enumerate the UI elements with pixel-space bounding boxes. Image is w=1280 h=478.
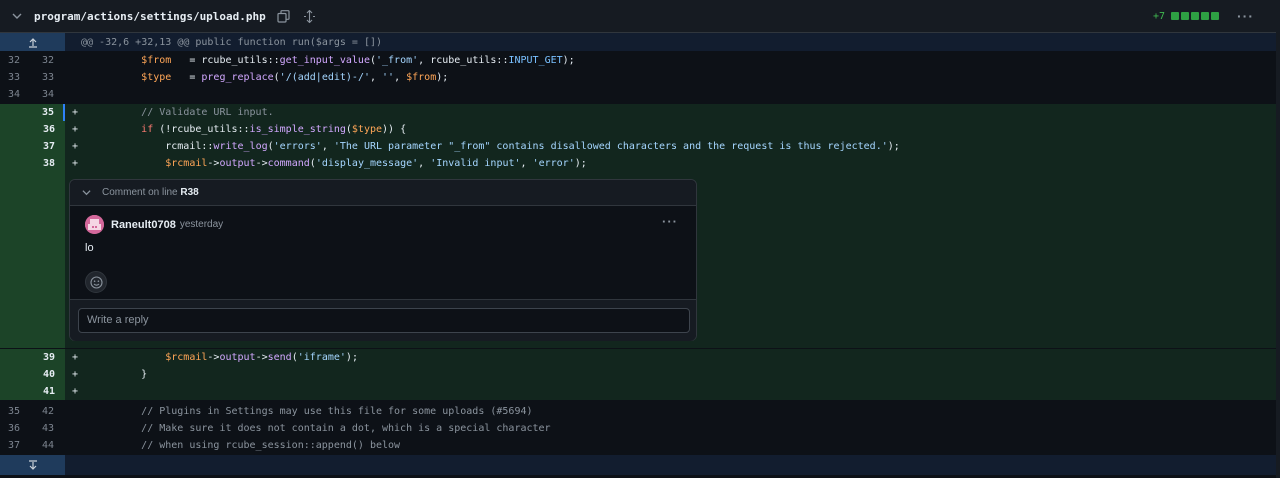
addition-marker: + — [72, 386, 79, 397]
code-line: $rcmail->output->command('display_messag… — [165, 158, 587, 169]
new-line-number[interactable]: 42 — [33, 403, 65, 420]
comment-author[interactable]: Raneult0708 — [111, 219, 176, 231]
old-line-number[interactable]: 34 — [0, 86, 33, 103]
comment-thread-title: Comment on line R38 — [102, 187, 199, 198]
diff-line-added: 35 + // Validate URL input. — [0, 104, 1276, 121]
code-line: // when using rcube_session::append() be… — [141, 440, 401, 451]
chevron-down-icon[interactable] — [82, 188, 92, 197]
new-line-number[interactable]: 43 — [33, 420, 65, 437]
comment-author-row: Raneult0708 yesterday — [85, 215, 223, 234]
new-line-number[interactable]: 37 — [33, 138, 65, 155]
old-line-number[interactable] — [0, 121, 33, 138]
new-line-number[interactable]: 34 — [33, 86, 65, 103]
old-line-number[interactable] — [0, 349, 33, 366]
addition-marker: + — [72, 352, 79, 363]
diff-line: 33 33 $type = preg_replace('/(add|edit)-… — [0, 69, 1276, 86]
new-line-number[interactable]: 32 — [33, 52, 65, 69]
old-line-number[interactable] — [0, 138, 33, 155]
reply-input[interactable]: Write a reply — [78, 308, 690, 333]
code-line: if (!rcube_utils::is_simple_string($type… — [141, 124, 407, 135]
unfold-icon[interactable] — [302, 8, 318, 24]
chevron-down-icon[interactable] — [11, 10, 23, 22]
diff-line-added: 40 + } — [0, 366, 1276, 383]
hunk-header: @@ -32,6 +32,13 @@ public function run($… — [0, 33, 1276, 51]
kebab-icon[interactable]: ··· — [1237, 8, 1254, 24]
diff-line-added: 37 + rcmail::write_log('errors', 'The UR… — [0, 138, 1276, 155]
new-line-number[interactable]: 41 — [33, 383, 65, 400]
code-line: $rcmail->output->send('iframe'); — [165, 352, 358, 363]
hunk-header-text: @@ -32,6 +32,13 @@ public function run($… — [81, 36, 383, 48]
new-line-number[interactable]: 35 — [33, 104, 65, 121]
diff-line-added: 36 + if (!rcube_utils::is_simple_string(… — [0, 121, 1276, 138]
addition-marker: + — [72, 369, 79, 380]
hunk-expander-bottom — [0, 455, 1276, 475]
comment-thread: Comment on line R38 Raneult0708 yesterda… — [69, 179, 697, 341]
old-line-number[interactable] — [0, 383, 33, 400]
addition-marker: + — [72, 124, 79, 135]
copy-icon[interactable] — [276, 8, 292, 24]
code-line: // Validate URL input. — [141, 107, 274, 118]
reply-area: Write a reply — [70, 299, 696, 341]
diff-line-added: 38 + $rcmail->output->command('display_m… — [0, 155, 1276, 172]
code-line: // Make sure it does not contain a dot, … — [141, 423, 551, 434]
addition-marker: + — [72, 141, 79, 152]
new-line-number[interactable]: 44 — [33, 437, 65, 454]
diff-line: 32 32 $from = rcube_utils::get_input_val… — [0, 52, 1276, 69]
smiley-icon[interactable] — [85, 271, 107, 293]
diff-line-added: 41 + — [0, 383, 1276, 400]
comment-timestamp[interactable]: yesterday — [180, 219, 223, 230]
expand-down-icon[interactable] — [0, 455, 65, 475]
addition-marker: + — [72, 107, 79, 118]
kebab-icon[interactable]: ··· — [662, 214, 678, 229]
old-line-number[interactable]: 36 — [0, 420, 33, 437]
addition-marker: + — [72, 158, 79, 169]
old-line-number[interactable]: 35 — [0, 403, 33, 420]
code-line: // Plugins in Settings may use this file… — [141, 406, 533, 417]
comment-body: lo — [85, 242, 94, 254]
old-line-number[interactable] — [0, 104, 33, 121]
diffstat-blocks — [1171, 12, 1221, 20]
diff-line-added: 39 + $rcmail->output->send('iframe'); — [0, 349, 1276, 366]
old-line-number[interactable] — [0, 155, 33, 172]
old-line-number[interactable]: 32 — [0, 52, 33, 69]
new-line-number[interactable]: 38 — [33, 155, 65, 172]
file-header: program/actions/settings/upload.php +7 ·… — [0, 0, 1276, 33]
old-line-number[interactable] — [0, 366, 33, 383]
file-path[interactable]: program/actions/settings/upload.php — [34, 10, 266, 23]
code-line: $type = preg_replace('/(add|edit)-/', ''… — [141, 72, 449, 83]
comment-thread-header[interactable]: Comment on line R38 — [70, 180, 696, 206]
new-line-number[interactable]: 36 — [33, 121, 65, 138]
code-line: $from = rcube_utils::get_input_value('_f… — [141, 55, 575, 66]
new-line-number[interactable]: 39 — [33, 349, 65, 366]
diff-line: 35 42 // Plugins in Settings may use thi… — [0, 403, 1276, 420]
expand-up-icon[interactable] — [0, 33, 65, 51]
scrollbar[interactable] — [1276, 0, 1280, 478]
code-line: } — [141, 369, 148, 380]
avatar[interactable] — [85, 215, 104, 234]
new-line-number[interactable]: 40 — [33, 366, 65, 383]
code-line: rcmail::write_log('errors', 'The URL par… — [165, 141, 900, 152]
new-line-number[interactable]: 33 — [33, 69, 65, 86]
diff-line: 34 34 — [0, 86, 1276, 103]
diff-line: 37 44 // when using rcube_session::appen… — [0, 437, 1276, 454]
old-line-number[interactable]: 33 — [0, 69, 33, 86]
diff-line: 36 43 // Make sure it does not contain a… — [0, 420, 1276, 437]
old-line-number[interactable]: 37 — [0, 437, 33, 454]
additions-count: +7 — [1152, 10, 1165, 22]
